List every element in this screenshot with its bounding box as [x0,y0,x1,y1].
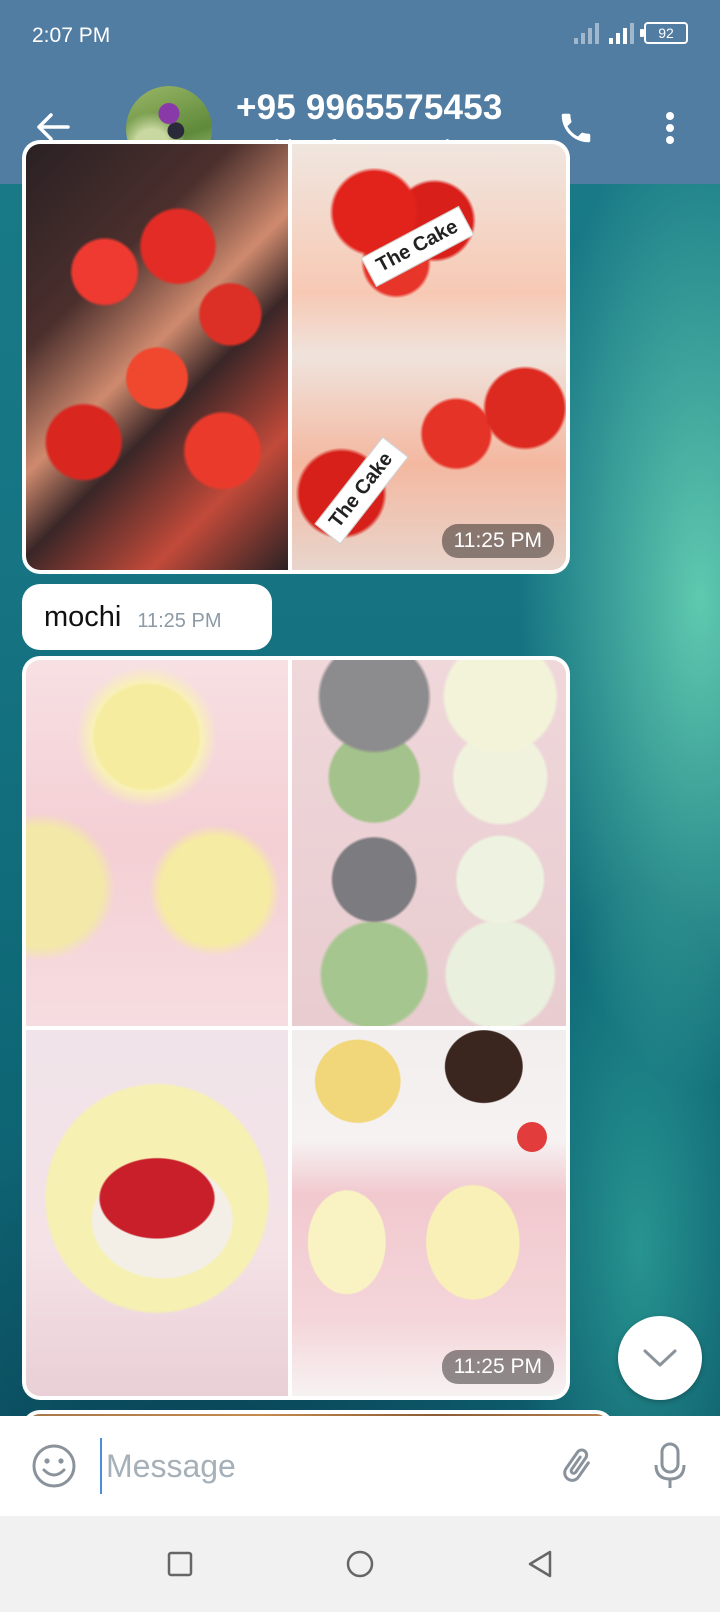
message-text: mochi [44,600,122,633]
media-album-mochi: 11:25 PM [22,656,570,1400]
system-navigation-bar [0,1516,720,1612]
attach-button[interactable] [552,1440,602,1492]
home-icon [346,1550,374,1578]
media-album-strawberry: The Cake The Cake 11:25 PM [22,140,570,574]
cake-label: The Cake [314,436,409,545]
voice-record-button[interactable] [648,1438,692,1494]
scroll-to-bottom-button[interactable] [618,1316,702,1400]
recent-apps-icon [167,1551,193,1577]
photo-mochi-in-cups[interactable] [26,660,288,1026]
contact-name[interactable]: +95 9965575453 [236,88,503,128]
recent-apps-button[interactable] [162,1546,198,1582]
chevron-down-icon [643,1349,677,1367]
back-icon [528,1550,552,1578]
message-composer [0,1416,720,1516]
photo-cake-and-mochi-box[interactable] [292,1030,566,1396]
message-input[interactable] [100,1438,520,1494]
photo-strawberry-cake-boxes[interactable] [26,144,288,570]
brand-sticker [517,1122,547,1152]
status-time: 2:07 PM [32,24,111,47]
paperclip-icon [563,1448,590,1482]
status-icons: 92 [574,22,688,44]
microphone-icon [654,1442,686,1488]
signal-icon [609,22,634,44]
message-time: 11:25 PM [137,609,222,632]
media-grid: 11:25 PM [26,660,566,1396]
more-vertical-icon [666,112,674,144]
photo-strawberry-cake-slices[interactable]: The Cake The Cake [292,144,566,570]
message-time: 11:25 PM [441,1350,554,1384]
home-button[interactable] [342,1546,378,1582]
photo-mochi-box-assorted[interactable] [292,660,566,1026]
cake-label: The Cake [360,205,475,288]
message-time: 11:25 PM [441,524,554,558]
system-back-button[interactable] [522,1546,558,1582]
photo-mochi-bitten[interactable] [26,1030,288,1396]
back-arrow-icon [37,113,70,141]
message-bubble[interactable]: mochi 11:25 PM [22,584,272,650]
emoji-icon [32,1444,76,1488]
more-menu-button[interactable] [650,104,690,152]
emoji-button[interactable] [30,1442,78,1490]
media-grid: The Cake The Cake 11:25 PM [26,144,566,570]
battery-icon: 92 [640,22,688,44]
phone-icon [561,113,591,143]
signal-icon [574,22,599,44]
